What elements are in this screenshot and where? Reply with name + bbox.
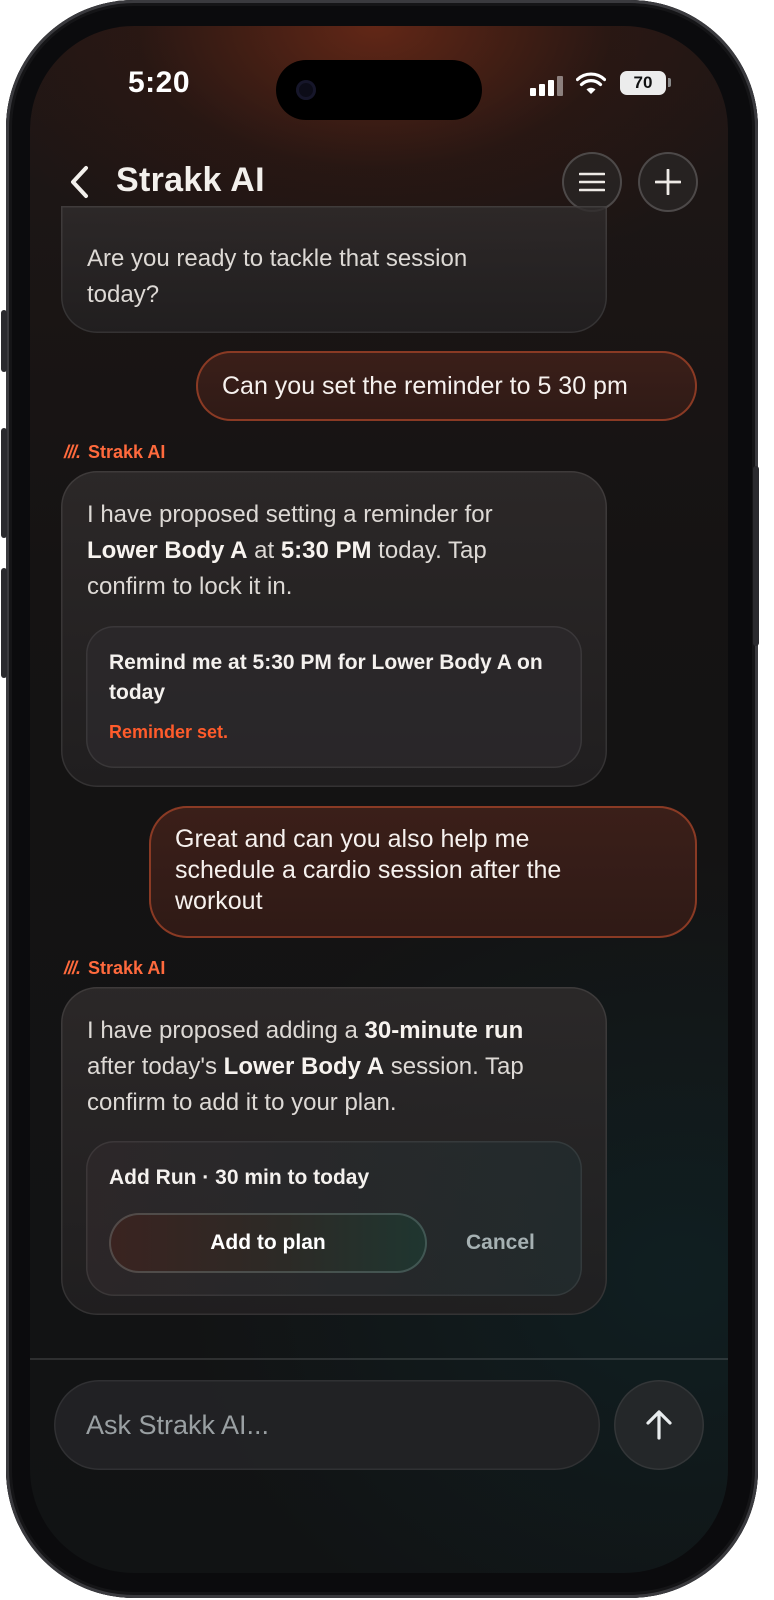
- plus-icon: [655, 169, 681, 195]
- add-to-plan-button[interactable]: Add to plan: [109, 1213, 427, 1273]
- run-proposal-card: Add Run · 30 min to today Add to plan Ca…: [86, 1141, 582, 1296]
- arrow-up-icon: [646, 1410, 672, 1440]
- signal-icon: [530, 76, 563, 96]
- sender-name: Strakk AI: [88, 958, 166, 978]
- cancel-button[interactable]: Cancel: [466, 1213, 535, 1273]
- message-text: Are you ready to tackle that session tod…: [87, 245, 468, 308]
- battery-cap: [668, 78, 671, 87]
- run-proposal-title: Add Run · 30 min to today: [109, 1166, 370, 1189]
- chevron-left-icon: [71, 166, 88, 198]
- volume-up-button: [1, 428, 7, 538]
- power-button: [753, 466, 759, 646]
- bold-text: 30-minute run: [364, 1017, 524, 1044]
- text-segment: I have proposed setting a reminder for: [87, 501, 493, 528]
- ai-message-bubble: Are you ready to tackle that session tod…: [61, 206, 607, 333]
- send-button[interactable]: [614, 1380, 704, 1470]
- sender-name: Strakk AI: [88, 442, 166, 462]
- chat-input[interactable]: [86, 1380, 566, 1470]
- reminder-status: Reminder set.: [109, 722, 229, 742]
- screen: 5:20 70 Strakk AI Are you ready to tackl…: [30, 26, 728, 1573]
- composer-divider: [30, 1358, 728, 1360]
- menu-icon: [579, 172, 605, 192]
- reminder-card-title: Remind me at 5:30 PM for Lower Body A on…: [109, 651, 543, 704]
- chat-input-container: [54, 1380, 600, 1470]
- ai-message-bubble: I have proposed setting a reminder for L…: [61, 471, 607, 787]
- status-time: 5:20: [128, 66, 191, 99]
- text-segment: after today's: [87, 1053, 224, 1080]
- message-text: Great and can you also help me schedule …: [175, 825, 562, 915]
- user-message-bubble: Can you set the reminder to 5 30 pm: [196, 351, 697, 421]
- message-text: Can you set the reminder to 5 30 pm: [222, 372, 628, 400]
- strakk-logo-mark: ///.: [64, 442, 81, 462]
- message-text: I have proposed adding a 30-minute run a…: [87, 1013, 567, 1121]
- strakk-logo-mark: ///.: [64, 958, 81, 978]
- bold-text: 5:30 PM: [280, 537, 372, 564]
- menu-button[interactable]: [562, 152, 622, 212]
- text-segment: I have proposed adding a: [87, 1017, 365, 1044]
- message-text: I have proposed setting a reminder for L…: [87, 497, 537, 605]
- bold-text: Lower Body A: [223, 1053, 385, 1080]
- volume-down-button: [1, 568, 7, 678]
- battery-indicator: 70: [620, 71, 666, 95]
- reminder-card: Remind me at 5:30 PM for Lower Body A on…: [86, 626, 582, 768]
- back-button[interactable]: [64, 162, 92, 202]
- ai-sender-label: ///. Strakk AI: [64, 958, 165, 979]
- text-segment: at: [247, 537, 281, 564]
- bold-text: Lower Body A: [87, 537, 248, 564]
- camera-icon: [296, 80, 316, 100]
- page-title: Strakk AI: [116, 161, 265, 199]
- ai-message-bubble: I have proposed adding a 30-minute run a…: [61, 987, 607, 1315]
- new-chat-button[interactable]: [638, 152, 698, 212]
- action-button: [1, 310, 7, 372]
- ai-sender-label: ///. Strakk AI: [64, 442, 165, 463]
- user-message-bubble: Great and can you also help me schedule …: [149, 806, 697, 938]
- dynamic-island: [276, 60, 482, 120]
- wifi-icon: [576, 72, 606, 94]
